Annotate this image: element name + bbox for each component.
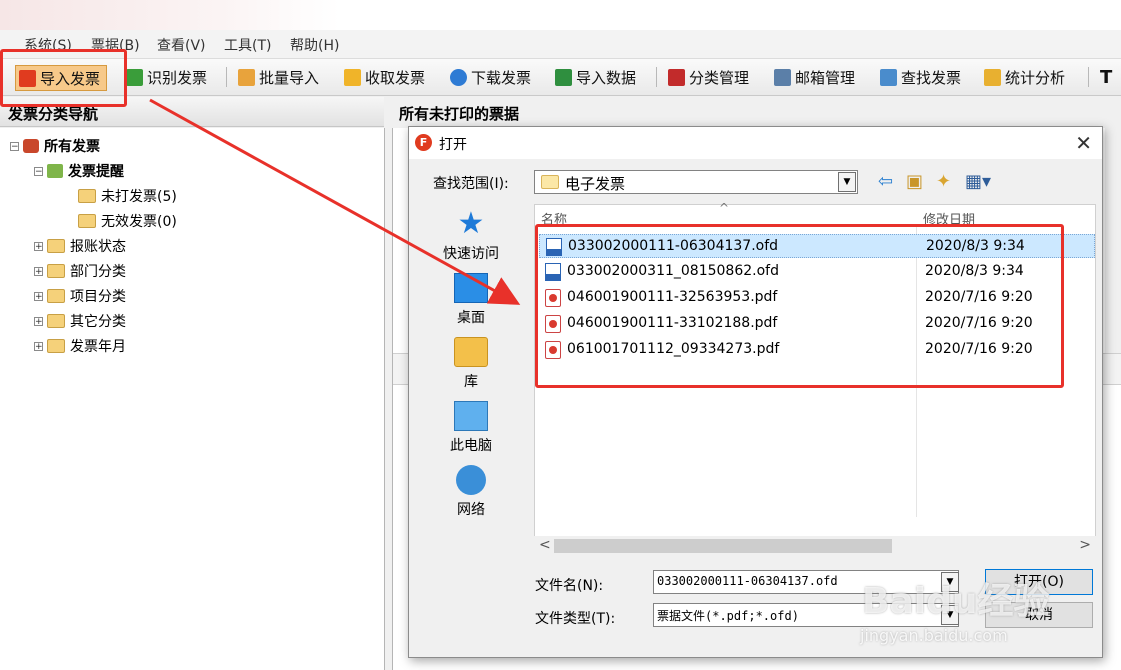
annotation-arrow [149, 98, 521, 305]
watermark-logo: Baidu经验 [862, 581, 1050, 622]
watermark-url: jingyan.baidu.com [860, 626, 1008, 645]
